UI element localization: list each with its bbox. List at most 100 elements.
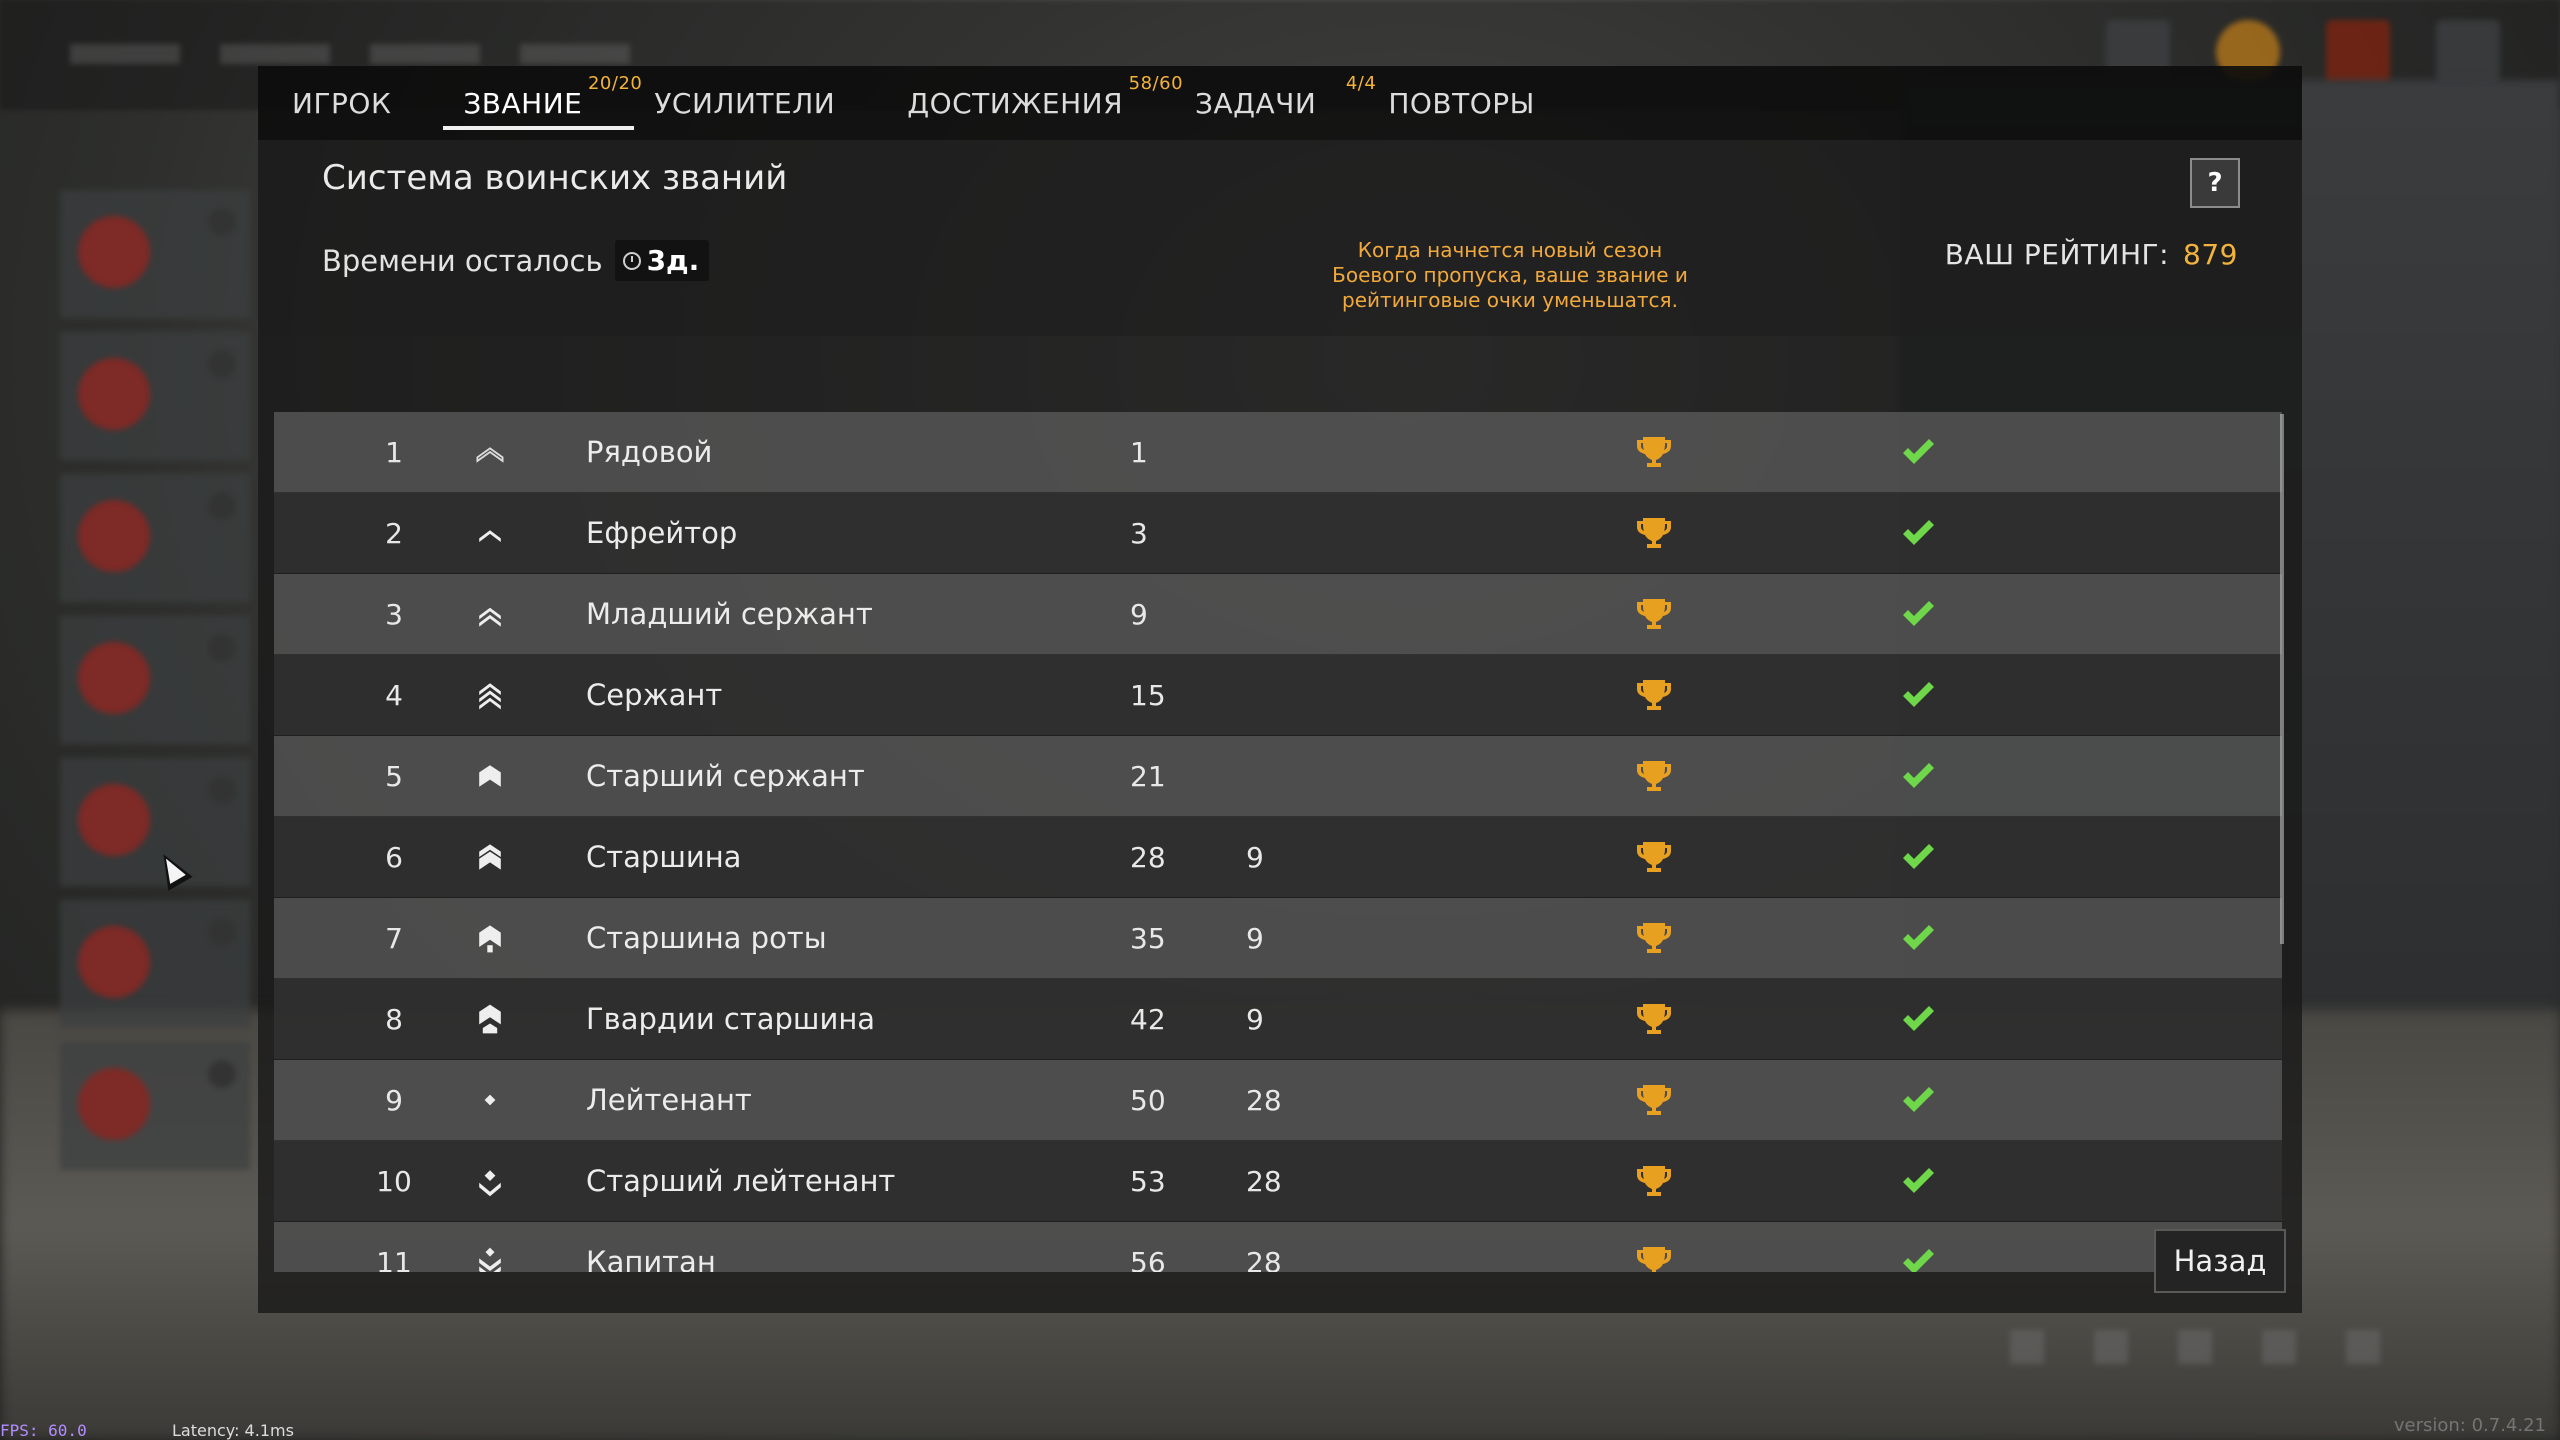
check-icon	[1898, 513, 1938, 553]
trophy-icon	[1634, 594, 1674, 634]
trophy-icon	[1634, 918, 1674, 958]
rank-number: 4	[385, 678, 403, 712]
check-icon	[1898, 1161, 1938, 1201]
rank-name: Капитан	[586, 1245, 716, 1272]
corporal-insignia-icon	[470, 513, 510, 553]
tab-label: ЗАДАЧИ	[1195, 86, 1317, 120]
latency-counter: Latency: 4.1ms	[172, 1421, 294, 1440]
check-icon	[1898, 1242, 1938, 1272]
trophy-icon	[1634, 432, 1674, 472]
tab-label: ДОСТИЖЕНИЯ	[907, 86, 1124, 120]
rank-number: 6	[385, 840, 403, 874]
player-rating: ВАШ РЕЙТИНГ: 879	[1945, 238, 2238, 271]
tab-tasks[interactable]: ЗАДАЧИ 4/4	[1191, 66, 1376, 140]
check-icon	[1898, 1080, 1938, 1120]
check-icon	[1898, 675, 1938, 715]
trophy-icon	[1634, 756, 1674, 796]
rank-row: 1 Рядовой 1	[274, 412, 2282, 493]
rank-reset-points: 28	[1246, 1245, 1282, 1273]
check-icon	[1898, 999, 1938, 1039]
tab-label: УСИЛИТЕЛИ	[654, 86, 836, 120]
rank-name: Младший сержант	[586, 597, 873, 631]
rank-required-points: 1	[1130, 435, 1148, 469]
company-starshina-insignia-icon	[470, 918, 510, 958]
trophy-icon	[1634, 1161, 1674, 1201]
rank-panel: ИГРОК ЗВАНИЕ 20/20 УСИЛИТЕЛИ ДОСТИЖЕНИЯ 58…	[258, 66, 2302, 1313]
trophy-icon	[1634, 1242, 1674, 1272]
tab-label: ЗВАНИЕ	[463, 86, 583, 120]
profile-tabbar: ИГРОК ЗВАНИЕ 20/20 УСИЛИТЕЛИ ДОСТИЖЕНИЯ 58…	[258, 66, 2302, 140]
trophy-icon	[1634, 1080, 1674, 1120]
rank-required-points: 3	[1130, 516, 1148, 550]
tab-label: ИГРОК	[292, 86, 392, 120]
rank-required-points: 21	[1130, 759, 1166, 793]
check-icon	[1898, 594, 1938, 634]
rank-number: 1	[385, 435, 403, 469]
trophy-icon	[1634, 675, 1674, 715]
rank-name: Рядовой	[586, 435, 713, 469]
rank-reset-points: 28	[1246, 1083, 1282, 1117]
clock-icon	[622, 251, 641, 270]
rank-content: Система воинских званий ? Времени остало…	[258, 140, 2302, 1313]
time-left-label: Времени осталось	[322, 243, 603, 278]
rank-required-points: 42	[1130, 1002, 1166, 1036]
rank-number: 7	[385, 921, 403, 955]
rank-row: 4 Сержант 15	[274, 655, 2282, 736]
tab-badge: 58/60	[1128, 73, 1184, 94]
rank-number: 8	[385, 1002, 403, 1036]
back-button[interactable]: Назад	[2154, 1229, 2286, 1293]
rank-row: 8 Гвардии старшина 42 9	[274, 979, 2282, 1060]
rank-name: Гвардии старшина	[586, 1002, 876, 1036]
check-icon	[1898, 432, 1938, 472]
trophy-icon	[1634, 999, 1674, 1039]
rank-reset-points: 9	[1246, 921, 1264, 955]
rank-row: 3 Младший сержант 9	[274, 574, 2282, 655]
sergeant-insignia-icon	[470, 675, 510, 715]
trophy-icon	[1634, 513, 1674, 553]
time-left-pill: 3д.	[614, 240, 710, 281]
rank-required-points: 56	[1130, 1245, 1166, 1273]
fps-counter: FPS: 60.0	[0, 1421, 87, 1440]
rank-name: Лейтенант	[586, 1083, 752, 1117]
rank-number: 2	[385, 516, 403, 550]
starshina-insignia-icon	[470, 837, 510, 877]
tab-boosters[interactable]: УСИЛИТЕЛИ	[650, 66, 839, 140]
tab-achievements[interactable]: ДОСТИЖЕНИЯ 58/60	[903, 66, 1182, 140]
senior-lieutenant-insignia-icon	[470, 1161, 510, 1201]
help-button[interactable]: ?	[2190, 158, 2240, 208]
rank-required-points: 15	[1130, 678, 1166, 712]
rank-name: Старшина	[586, 840, 742, 874]
page-title: Система воинских званий	[322, 158, 788, 198]
tab-player[interactable]: ИГРОК	[288, 66, 395, 140]
rank-required-points: 9	[1130, 597, 1148, 631]
guards-starshina-insignia-icon	[470, 999, 510, 1039]
check-icon	[1898, 837, 1938, 877]
lieutenant-insignia-icon	[470, 1080, 510, 1120]
rank-reset-points: 28	[1246, 1164, 1282, 1198]
rank-name: Старшина роты	[586, 921, 827, 955]
rank-name: Ефрейтор	[586, 516, 738, 550]
rank-reset-points: 9	[1246, 1002, 1264, 1036]
rank-row: 2 Ефрейтор 3	[274, 493, 2282, 574]
rank-row: 9 Лейтенант 50 28	[274, 1060, 2282, 1141]
time-left-value: 3д.	[646, 244, 700, 277]
rank-number: 11	[376, 1245, 412, 1273]
tab-rank[interactable]: ЗВАНИЕ 20/20	[443, 66, 642, 140]
private-insignia-icon	[470, 432, 510, 472]
tab-badge: 20/20	[587, 73, 643, 94]
junior-sergeant-insignia-icon	[470, 594, 510, 634]
check-icon	[1898, 756, 1938, 796]
tab-badge: 4/4	[1345, 73, 1377, 94]
senior-sergeant-insignia-icon	[470, 756, 510, 796]
rating-label: ВАШ РЕЙТИНГ:	[1944, 238, 2170, 271]
rank-table-scrollbar[interactable]	[2280, 414, 2284, 944]
background-vehicle-list	[60, 190, 250, 1190]
season-time-left: Времени осталось 3д.	[322, 240, 710, 281]
season-reset-note: Когда начнется новый сезон Боевого пропу…	[1332, 238, 1688, 312]
tab-label: ПОВТОРЫ	[1388, 86, 1535, 120]
rank-number: 3	[385, 597, 403, 631]
rank-number: 9	[385, 1083, 403, 1117]
rank-required-points: 50	[1130, 1083, 1166, 1117]
tab-replays[interactable]: ПОВТОРЫ	[1384, 66, 1539, 140]
rank-row: 11 Капитан 56 28	[274, 1222, 2282, 1272]
